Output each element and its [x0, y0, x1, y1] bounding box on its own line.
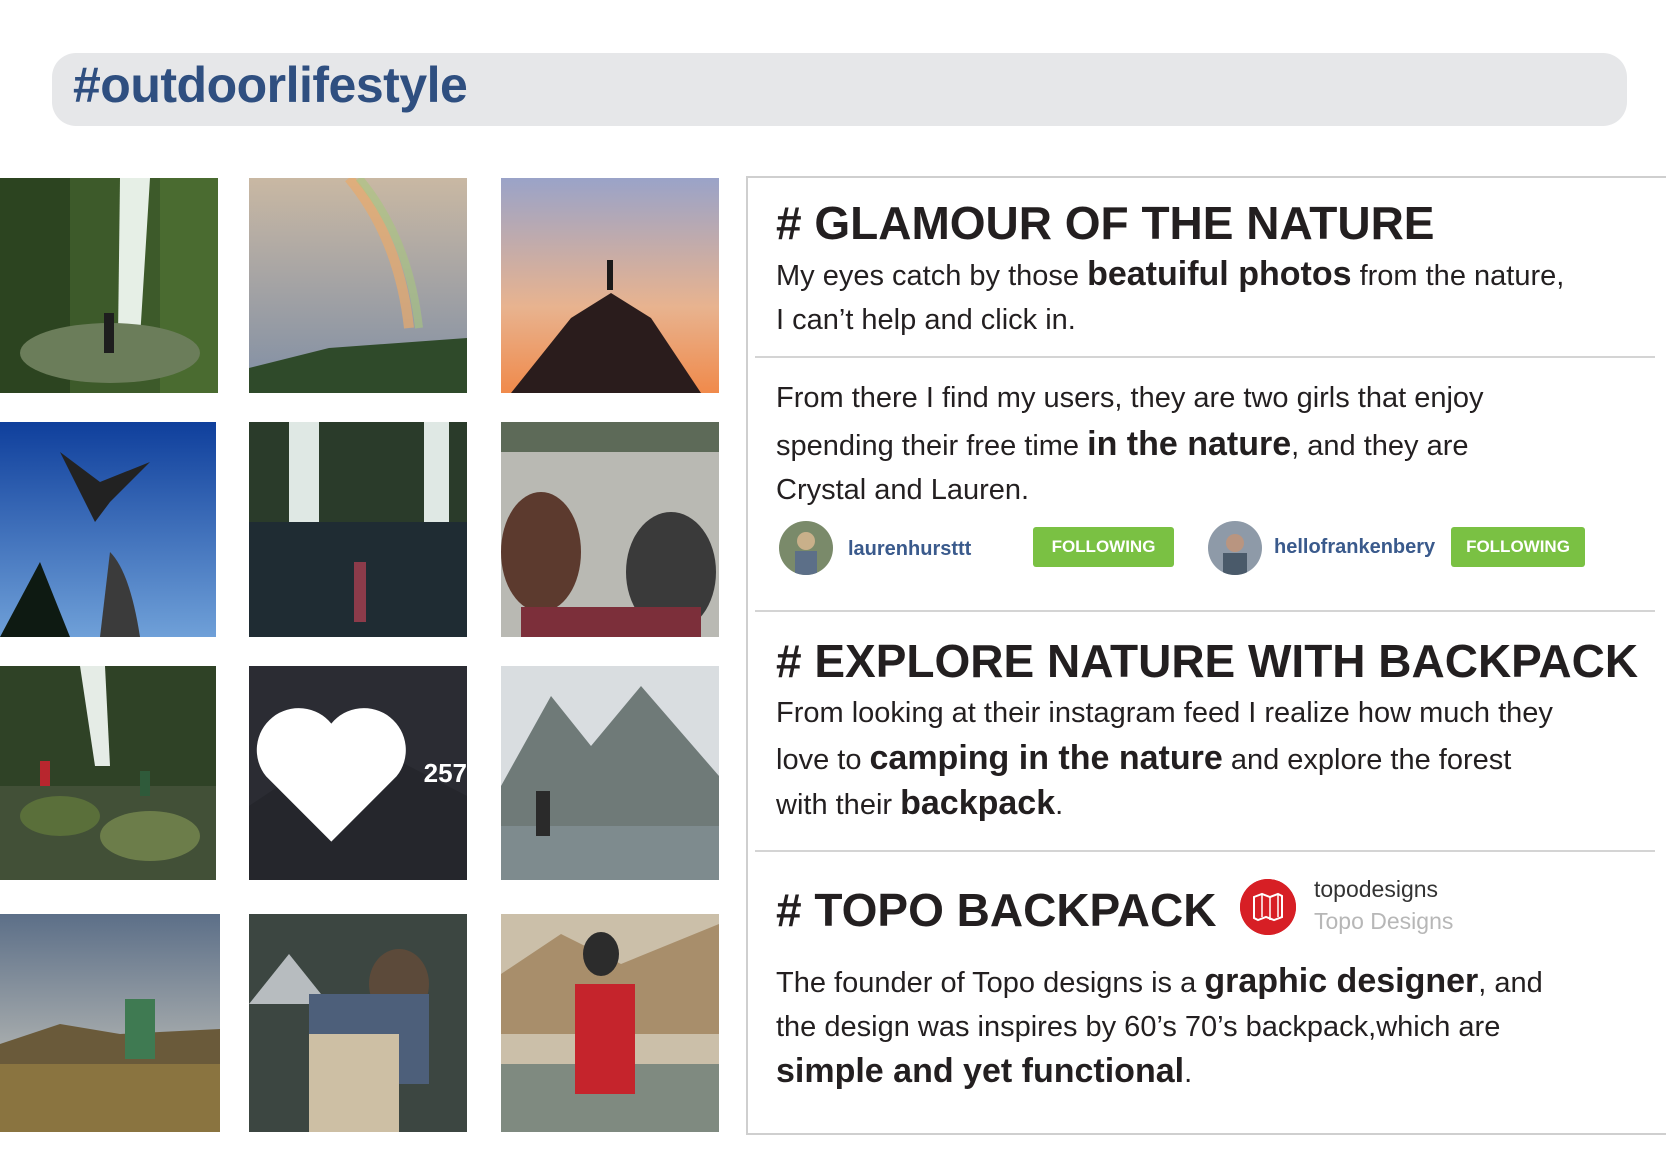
photo-rainbow[interactable]	[249, 178, 467, 393]
glamour-text-line2: I can’t help and click in.	[776, 304, 1076, 336]
topo-text-line3: simple and yet functional.	[776, 1052, 1193, 1090]
explore-text-line3: with their backpack.	[776, 784, 1064, 822]
username-hellofrankenbery[interactable]: hellofrankenbery	[1274, 536, 1435, 559]
section-divider	[755, 850, 1655, 852]
topo-text-line1: The founder of Topo designs is a graphic…	[776, 962, 1543, 1000]
photo-mountain-lake[interactable]	[501, 666, 719, 880]
explore-text-line1: From looking at their instagram feed I r…	[776, 697, 1553, 729]
section-divider	[755, 356, 1655, 358]
topo-designs-logo-icon[interactable]	[1240, 879, 1296, 935]
photo-sunset-summit[interactable]	[501, 178, 719, 393]
following-button-hellofrankenbery[interactable]: FOLLOWING	[1451, 527, 1585, 567]
avatar-laurenhursttt[interactable]	[779, 521, 833, 575]
topo-text-line2: the design was inspires by 60’s 70’s bac…	[776, 1011, 1501, 1043]
photo-likes-dark[interactable]: 257	[249, 666, 467, 880]
section-title-topo: # TOPO BACKPACK	[776, 884, 1217, 936]
photo-picnic-rocks[interactable]	[501, 422, 719, 637]
photo-waterfall-lake[interactable]	[249, 422, 467, 637]
users-text-line1: From there I find my users, they are two…	[776, 382, 1484, 414]
users-text-line3: Crystal and Lauren.	[776, 474, 1030, 506]
photo-red-backpack[interactable]	[501, 914, 719, 1132]
likes-overlay: 257	[249, 666, 467, 880]
likes-count: 257	[423, 757, 467, 788]
photo-creek-hikers[interactable]	[0, 666, 216, 880]
following-button-laurenhursttt[interactable]: FOLLOWING	[1033, 527, 1174, 567]
brand-handle[interactable]: topodesigns	[1314, 876, 1438, 903]
users-text-line2: spending their free time in the nature, …	[776, 425, 1469, 463]
brand-name: Topo Designs	[1314, 908, 1454, 934]
explore-text-line2: love to camping in the nature and explor…	[776, 739, 1512, 777]
section-title-glamour: # GLAMOUR OF THE NATURE	[776, 197, 1435, 249]
photo-backpack-woman[interactable]	[249, 914, 467, 1132]
section-title-explore: # EXPLORE NATURE WITH BACKPACK	[776, 635, 1639, 687]
heart-icon	[256, 708, 406, 842]
section-divider	[755, 610, 1655, 612]
hashtag-title[interactable]: #outdoorlifestyle	[73, 56, 468, 114]
username-laurenhursttt[interactable]: laurenhursttt	[848, 538, 971, 561]
avatar-hellofrankenbery[interactable]	[1208, 521, 1262, 575]
photo-bird-flight[interactable]	[0, 422, 216, 637]
photo-meadow-hiker[interactable]	[0, 914, 220, 1132]
photo-waterfall-girl[interactable]	[0, 178, 218, 393]
glamour-text-line1: My eyes catch by those beatuiful photos …	[776, 255, 1565, 293]
